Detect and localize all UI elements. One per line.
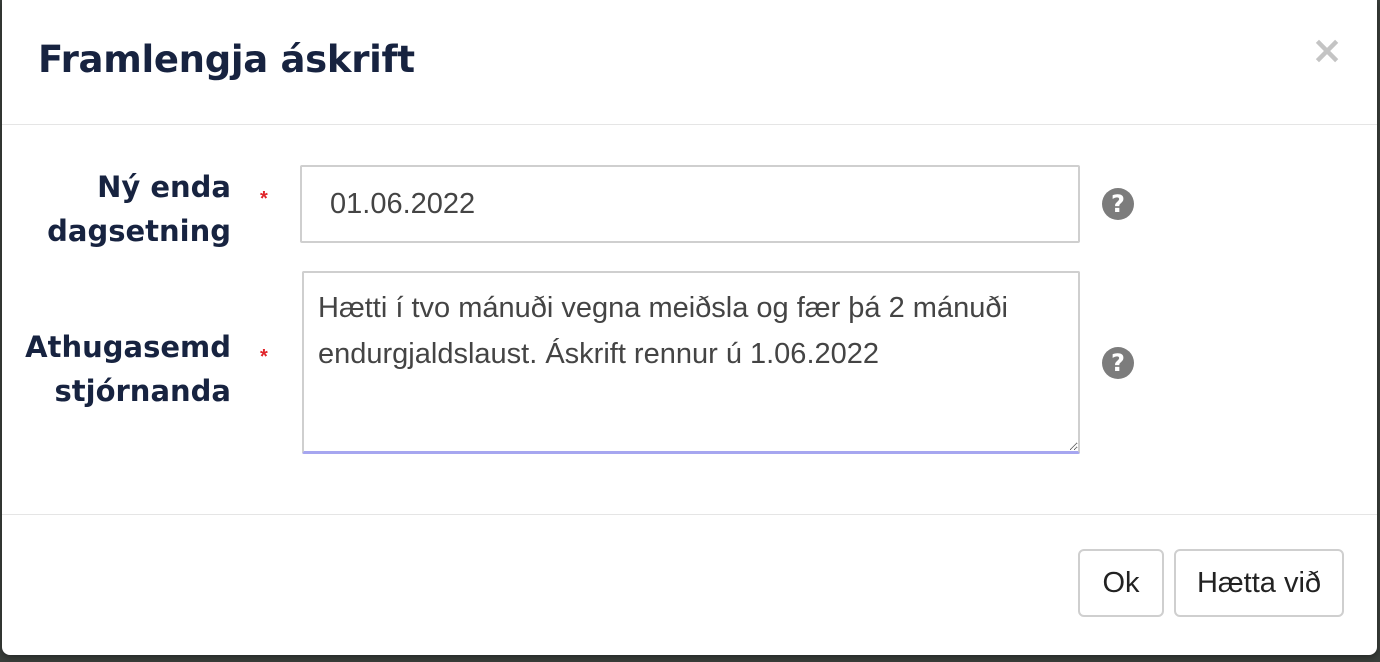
question-circle-icon[interactable]: ? — [1102, 347, 1134, 379]
end-date-label: Ný enda dagsetning — [11, 165, 231, 253]
admin-comment-label: Athugasemd stjórnanda — [11, 325, 231, 413]
extend-subscription-dialog: Framlengja áskrift × Ný enda dagsetning … — [2, 0, 1377, 655]
close-icon[interactable]: × — [1307, 30, 1347, 70]
ok-button[interactable]: Ok — [1078, 549, 1164, 617]
end-date-label-text: Ný enda dagsetning — [47, 170, 231, 248]
required-marker: * — [260, 346, 268, 368]
dialog-footer: Ok Hætta við — [2, 515, 1377, 654]
dialog-title: Framlengja áskrift — [38, 38, 415, 81]
end-date-input[interactable] — [300, 165, 1080, 243]
dialog-header: Framlengja áskrift × — [2, 0, 1377, 125]
admin-comment-label-text: Athugasemd stjórnanda — [25, 330, 231, 408]
cancel-button[interactable]: Hætta við — [1174, 549, 1344, 617]
dialog-body: Ný enda dagsetning ? Athugasemd stjórnan… — [2, 125, 1377, 515]
question-circle-icon[interactable]: ? — [1102, 188, 1134, 220]
required-marker: * — [260, 188, 268, 210]
admin-comment-textarea[interactable]: Hætti í tvo mánuði vegna meiðsla og fær … — [302, 271, 1080, 454]
